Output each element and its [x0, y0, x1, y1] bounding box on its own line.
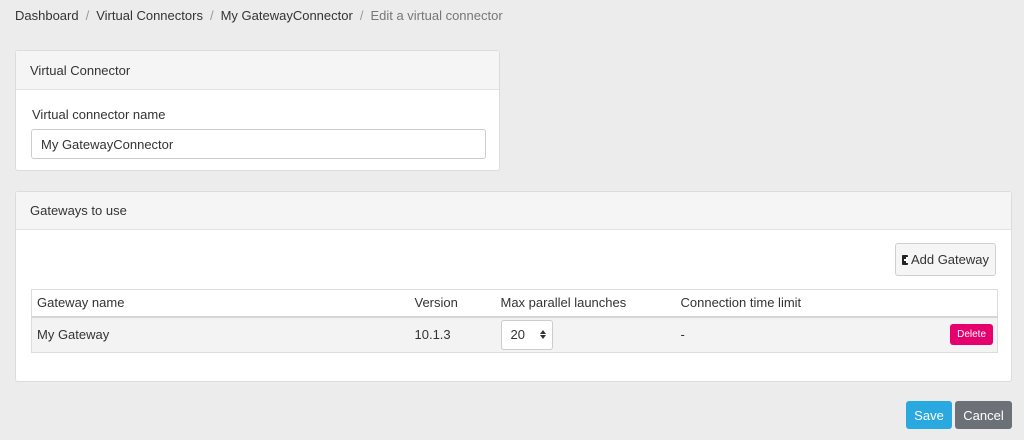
add-gateway-button[interactable]: Add Gateway [895, 243, 996, 276]
max-parallel-launches-cell: 20 [495, 316, 676, 353]
breadcrumb-dashboard[interactable]: Dashboard [15, 8, 79, 23]
column-header-version: Version [409, 289, 496, 318]
breadcrumb-current: Edit a virtual connector [370, 7, 503, 23]
table-header-row: Gateway name Version Max parallel launch… [31, 289, 998, 318]
virtual-connector-name-input[interactable] [31, 129, 486, 159]
column-header-max-parallel-launches: Max parallel launches [495, 289, 676, 318]
virtual-connector-panel-header: Virtual Connector [16, 51, 499, 90]
spinner-up-icon[interactable] [539, 330, 546, 335]
breadcrumb-separator: / [209, 7, 214, 23]
column-header-gateway-name: Gateway name [31, 289, 410, 318]
plus-square-icon [902, 254, 908, 265]
virtual-connector-panel-title: Virtual Connector [30, 62, 131, 78]
column-header-actions [915, 289, 998, 318]
spinner-down-icon[interactable] [539, 335, 546, 340]
max-parallel-launches-value: 20 [510, 327, 525, 343]
cancel-button[interactable]: Cancel [955, 401, 1012, 429]
gateways-panel-title: Gateways to use [30, 203, 127, 218]
breadcrumb-my-gatewayconnector[interactable]: My GatewayConnector [221, 8, 353, 23]
breadcrumb: Dashboard / Virtual Connectors / My Gate… [15, 6, 503, 24]
actions-cell: Delete [915, 316, 998, 353]
breadcrumb-separator: / [85, 7, 90, 23]
add-gateway-label: Add Gateway [910, 252, 989, 267]
virtual-connector-name-label: Virtual connector name [32, 107, 166, 122]
delete-gateway-button[interactable]: Delete [950, 324, 993, 346]
max-parallel-launches-input[interactable]: 20 [500, 319, 553, 350]
gateway-version-cell: 10.1.3 [409, 316, 496, 353]
gateways-panel-header: Gateways to use [16, 192, 1011, 230]
breadcrumb-virtual-connectors[interactable]: Virtual Connectors [96, 8, 203, 23]
breadcrumb-separator: / [359, 7, 364, 23]
spinner-arrows-icon[interactable] [539, 330, 546, 340]
gateway-name-cell: My Gateway [31, 316, 410, 353]
column-header-connection-time-limit: Connection time limit [675, 289, 916, 318]
table-row: My Gateway 10.1.3 20 - Delete [31, 316, 998, 353]
connection-time-limit-cell: - [675, 316, 916, 353]
virtual-connector-panel: Virtual Connector Virtual connector name [15, 50, 500, 171]
save-button[interactable]: Save [906, 401, 952, 429]
gateways-table: Gateway name Version Max parallel launch… [31, 289, 998, 353]
gateways-panel: Gateways to use Add Gateway Gateway name… [15, 191, 1012, 382]
